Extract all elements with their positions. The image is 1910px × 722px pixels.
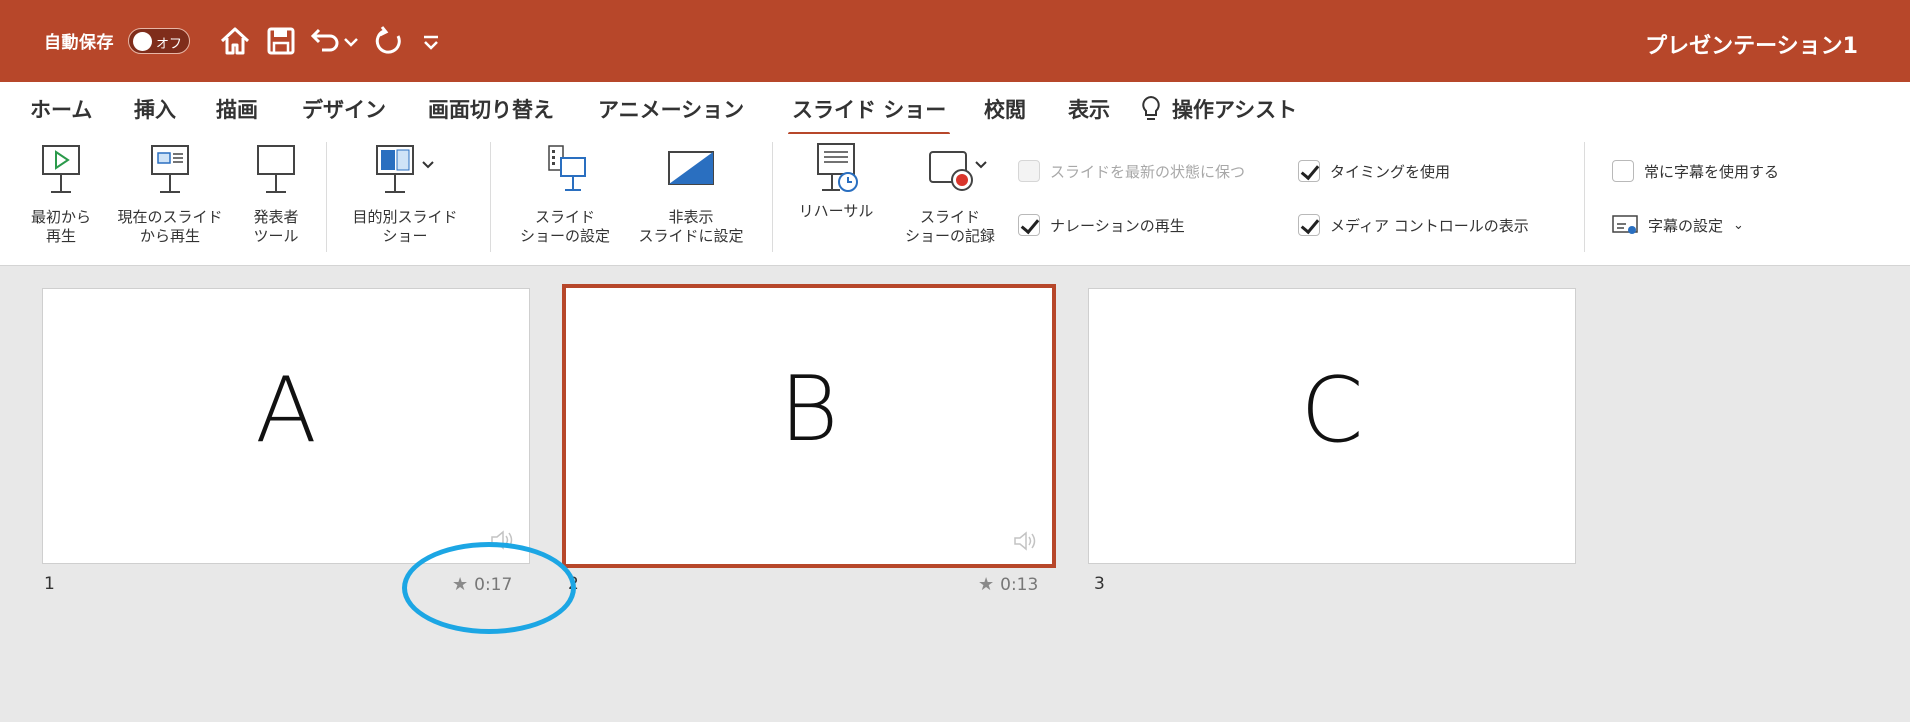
tab-tell-me-label: 操作アシスト xyxy=(1172,98,1298,122)
save-icon[interactable] xyxy=(264,24,298,58)
custom-slideshow-icon xyxy=(376,145,434,193)
setup-slideshow-button[interactable]: スライド ショーの設定 xyxy=(510,142,620,246)
slide-thumbnail-2[interactable]: B xyxy=(562,284,1056,568)
presenter-view-button[interactable]: 発表者 ツール xyxy=(240,142,312,246)
rehearse-timings-icon xyxy=(817,143,858,192)
always-use-subtitles-box xyxy=(1612,160,1634,182)
subtitle-settings-label: 字幕の設定 xyxy=(1648,216,1724,235)
home-icon[interactable] xyxy=(218,24,252,58)
keep-slides-updated-checkbox[interactable]: スライドを最新の状態に保つ xyxy=(1018,160,1245,182)
slide-thumbnail-1[interactable]: A xyxy=(42,288,530,564)
ribbon-tabs: ホーム 挿入 描画 デザイン 画面切り替え アニメーション スライド ショー 校… xyxy=(0,82,1910,136)
play-from-start-button[interactable]: 最初から 再生 xyxy=(24,142,98,246)
play-narrations-label: ナレーションの再生 xyxy=(1050,216,1185,235)
toggle-knob xyxy=(133,32,152,51)
slide-number: 1 xyxy=(44,574,55,594)
tab-draw[interactable]: 描画 xyxy=(216,94,258,124)
play-from-start-label: 最初から 再生 xyxy=(30,208,91,245)
lightbulb-icon xyxy=(1142,95,1160,120)
chevron-down-icon: ⌄ xyxy=(1733,217,1744,233)
document-title: プレゼンテーション1 xyxy=(1645,34,1858,59)
undo-icon[interactable] xyxy=(308,24,342,58)
record-slideshow-label: スライド ショーの記録 xyxy=(904,208,995,245)
custom-slideshow-label: 目的別スライド ショー xyxy=(352,208,458,245)
play-narrations-checkbox[interactable]: ナレーションの再生 xyxy=(1018,214,1185,236)
play-from-current-label: 現在のスライド から再生 xyxy=(117,208,223,245)
slide-thumbnail-3[interactable]: C xyxy=(1088,288,1576,564)
play-narrations-box xyxy=(1018,214,1040,236)
ribbon-slideshow: 最初から 再生 現在のスライド から再生 発表者 ツール 目的別スライド ショー… xyxy=(0,134,1910,266)
tab-review[interactable]: 校閲 xyxy=(984,94,1026,124)
ribbon-separator xyxy=(326,142,327,252)
ribbon-separator xyxy=(772,142,773,252)
show-media-controls-checkbox[interactable]: メディア コントロールの表示 xyxy=(1298,214,1529,236)
subtitle-settings-button[interactable]: 字幕の設定 ⌄ xyxy=(1612,214,1744,236)
animation-star-icon: ★ xyxy=(978,574,995,595)
play-from-current-icon xyxy=(151,145,189,193)
tab-view[interactable]: 表示 xyxy=(1068,94,1110,124)
redo-icon[interactable] xyxy=(372,24,406,58)
hide-slide-button[interactable]: 非表示 スライドに設定 xyxy=(628,142,754,246)
tab-transitions[interactable]: 画面切り替え xyxy=(428,94,554,124)
tab-tell-me[interactable]: 操作アシスト xyxy=(1140,94,1297,124)
ribbon-separator xyxy=(490,142,491,252)
slide-timing: ★ 0:13 xyxy=(978,574,1038,595)
use-timings-label: タイミングを使用 xyxy=(1330,162,1451,181)
show-media-controls-label: メディア コントロールの表示 xyxy=(1330,216,1529,235)
keep-slides-updated-box xyxy=(1018,160,1040,182)
presenter-screen-icon xyxy=(257,145,295,193)
hide-slide-label: 非表示 スライドに設定 xyxy=(638,208,744,245)
always-use-subtitles-checkbox[interactable]: 常に字幕を使用する xyxy=(1612,160,1779,182)
tab-home[interactable]: ホーム xyxy=(30,94,92,124)
setup-slideshow-icon xyxy=(548,145,586,191)
play-from-current-button[interactable]: 現在のスライド から再生 xyxy=(108,142,232,246)
use-timings-checkbox[interactable]: タイミングを使用 xyxy=(1298,160,1450,182)
keep-slides-updated-label: スライドを最新の状態に保つ xyxy=(1050,162,1246,181)
tab-insert[interactable]: 挿入 xyxy=(134,94,176,124)
slide-letter: C xyxy=(1300,358,1364,463)
toggle-state-label: オフ xyxy=(156,37,183,52)
presenter-view-label: 発表者 ツール xyxy=(253,208,299,245)
customize-toolbar-icon[interactable] xyxy=(420,24,442,58)
use-timings-box xyxy=(1298,160,1320,182)
autosave-toggle[interactable]: オフ xyxy=(128,28,190,54)
show-media-controls-box xyxy=(1298,214,1320,236)
record-slideshow-button[interactable]: スライド ショーの記録 xyxy=(888,142,1012,246)
record-slideshow-icon xyxy=(929,151,987,191)
rehearse-timings-label: リハーサル xyxy=(798,202,874,220)
tab-design[interactable]: デザイン xyxy=(302,94,386,124)
title-bar: 自動保存 オフ プレゼンテーション1 xyxy=(0,0,1910,82)
undo-dropdown-chevron-icon[interactable] xyxy=(342,24,360,58)
ribbon-separator xyxy=(1584,142,1585,252)
setup-slideshow-label: スライド ショーの設定 xyxy=(519,208,610,245)
slide-number: 3 xyxy=(1094,574,1105,594)
tab-animations[interactable]: アニメーション xyxy=(598,94,744,124)
highlight-annotation-circle xyxy=(402,542,576,634)
autosave-label: 自動保存 xyxy=(44,33,114,53)
slide-timing-value: 0:13 xyxy=(1000,574,1039,595)
slide-letter: A xyxy=(255,358,317,463)
tab-slideshow[interactable]: スライド ショー xyxy=(787,94,951,136)
subtitle-settings-icon xyxy=(1612,215,1638,234)
hide-slide-icon xyxy=(668,151,714,185)
slide-letter: B xyxy=(779,357,839,462)
rehearse-timings-button[interactable]: リハーサル xyxy=(786,142,886,221)
play-from-start-icon xyxy=(42,145,80,193)
custom-slideshow-button[interactable]: 目的別スライド ショー xyxy=(338,142,472,246)
always-use-subtitles-label: 常に字幕を使用する xyxy=(1644,162,1780,181)
audio-icon xyxy=(1014,531,1036,551)
